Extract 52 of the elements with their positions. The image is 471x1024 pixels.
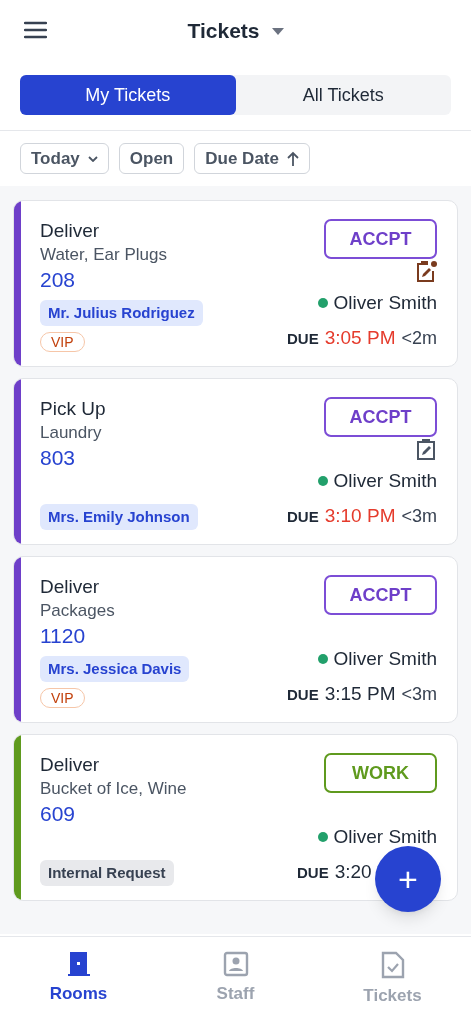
room-number: 803 (40, 445, 77, 471)
due-time: 3:15 PM (324, 681, 396, 706)
due-label: DUE (287, 506, 319, 527)
ticket-card[interactable]: Pick Up Laundry 803 Mrs. Emily Johnson ACCPT Oliver Smith DUE 3:10 PM <3m (13, 378, 458, 545)
document-check-icon (380, 951, 405, 979)
ticket-card[interactable]: Deliver Water, Ear Plugs 208 Mr. Julius Rodriguez VIP ACCPT Oliver Smith DUE 3:05 PM <2m (13, 200, 458, 367)
room-number: 609 (40, 801, 77, 827)
due-label: DUE (287, 328, 319, 349)
guest-tag: Mrs. Jessica Davis (40, 656, 190, 682)
caret-icon (271, 27, 284, 35)
menu-button[interactable] (24, 20, 47, 40)
guest-tag: Mrs. Emily Johnson (40, 504, 198, 530)
due-time: 3:05 PM (324, 325, 396, 350)
filter-button[interactable]: Today (20, 143, 109, 174)
staff-name: Oliver Smith (333, 647, 437, 671)
menu-icon (24, 20, 47, 40)
staff-name: Oliver Smith (333, 469, 437, 493)
time-remaining: <2m (401, 326, 437, 350)
chevron-icon (87, 155, 98, 162)
door-icon (65, 951, 92, 977)
action-button[interactable]: ACCPT (324, 219, 437, 259)
time-remaining: <3m (401, 504, 437, 528)
tab[interactable]: All Tickets (235, 75, 451, 115)
ticket-card[interactable]: Deliver Packages 1120 Mrs. Jessica Davis VIP ACCPT Oliver Smith DUE 3:15 PM <3m (13, 556, 458, 723)
tab[interactable]: My Tickets (20, 75, 236, 115)
room-number: 1120 (40, 623, 87, 649)
action-button[interactable]: ACCPT (324, 397, 437, 437)
staff-name: Oliver Smith (333, 825, 437, 849)
id-card-icon (222, 951, 249, 977)
ticket-items: Laundry (40, 422, 103, 444)
due-label: DUE (287, 684, 319, 705)
arrow-up-icon (286, 150, 299, 167)
guest-tag: Mr. Julius Rodriguez (40, 300, 203, 326)
ticket-items: Bucket of Ice, Wine (40, 778, 187, 800)
ticket-type: Deliver (40, 753, 101, 777)
filter-button[interactable]: Due Date (194, 143, 310, 174)
ticket-type: Deliver (40, 219, 101, 243)
ticket-items: Water, Ear Plugs (40, 244, 168, 266)
title-dropdown[interactable]: Tickets (187, 15, 284, 47)
ticket-items: Packages (40, 600, 116, 622)
action-button[interactable]: ACCPT (324, 575, 437, 615)
staff-name: Oliver Smith (333, 291, 437, 315)
time-remaining: <3m (401, 682, 437, 706)
ticket-type: Pick Up (40, 397, 107, 421)
due-time: 3:10 PM (324, 503, 396, 528)
request-tag: Internal Request (40, 860, 174, 886)
due-label: DUE (297, 862, 329, 883)
filter-button[interactable]: Open (118, 143, 185, 174)
due-time: 3:20 (334, 859, 372, 884)
nav-tab[interactable]: Rooms (0, 937, 157, 1024)
room-number: 208 (40, 267, 77, 293)
ticket-type: Deliver (40, 575, 101, 599)
